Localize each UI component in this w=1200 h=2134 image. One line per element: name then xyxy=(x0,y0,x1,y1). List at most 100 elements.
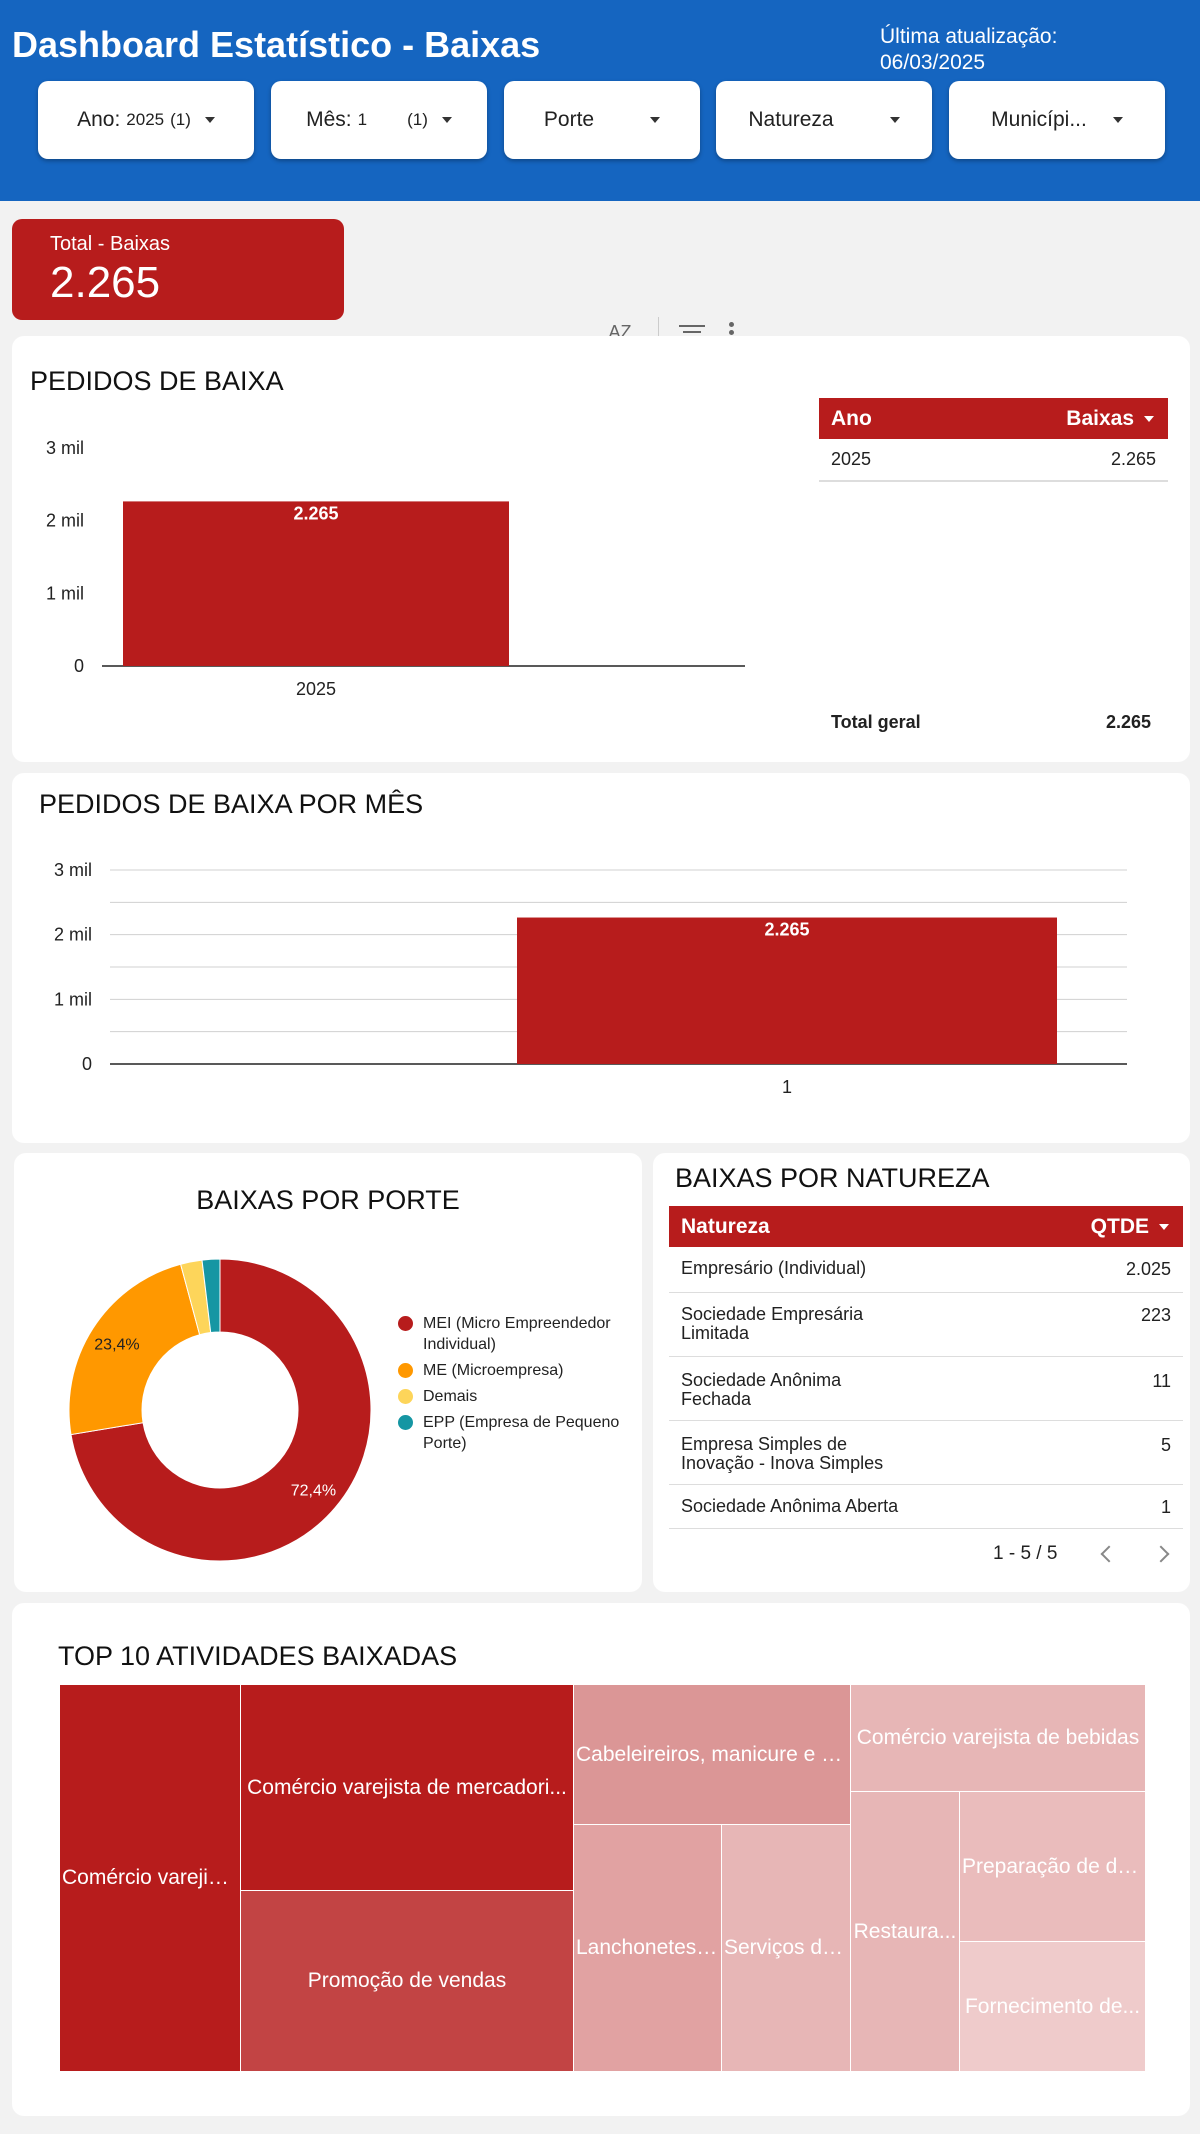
y-tick-label: 2 mil xyxy=(46,511,84,531)
table-row: Sociedade Anônima Fechada 11 xyxy=(669,1357,1183,1421)
y-tick-label: 0 xyxy=(82,1054,92,1074)
cell-natureza: Sociedade Empresária Limitada xyxy=(681,1304,864,1343)
filter-porte-label: Porte xyxy=(543,108,595,131)
total-geral-value: 2.265 xyxy=(1106,712,1152,732)
y-tick-label: 0 xyxy=(74,656,84,676)
page-title: Dashboard Estatístico - Baixas xyxy=(12,24,541,65)
last-update: Última atualização: 06/03/2025 xyxy=(880,24,1057,76)
kpi-total-baixas: Total - Baixas 2.265 xyxy=(12,219,344,320)
table-row: Empresário (Individual) 2.025 xyxy=(669,1247,1183,1293)
filter-municipio[interactable]: Municípi... xyxy=(949,81,1165,159)
pie-slice-label: 23,4% xyxy=(94,1337,139,1354)
cell-natureza: Empresário (Individual) xyxy=(681,1258,867,1278)
update-date: 06/03/2025 xyxy=(880,51,986,74)
col-baixas-header[interactable]: Baixas xyxy=(1066,407,1154,431)
filter-municipio-label: Municípi... xyxy=(991,108,1087,131)
cell-baixas: 2.265 xyxy=(1110,449,1156,469)
filter-natureza-label: Natureza xyxy=(748,108,834,131)
chevron-down-icon xyxy=(441,117,452,123)
x-tick-label: 1 xyxy=(782,1077,792,1097)
top10-title: TOP 10 ATIVIDADES BAIXADAS xyxy=(58,1641,458,1671)
treemap-cell[interactable]: Comércio varejist... xyxy=(59,1684,241,2072)
filter-mes[interactable]: Mês: 1 (1) xyxy=(271,81,487,159)
filter-mes-value: 1 xyxy=(357,110,368,129)
treemap-cell[interactable]: Promoção de vendas xyxy=(240,1890,574,2072)
table-header: Natureza QTDE xyxy=(669,1206,1183,1247)
legend-dot xyxy=(398,1316,413,1331)
card-baixas-por-natureza: BAIXAS POR NATUREZA Natureza QTDE Empres… xyxy=(653,1153,1190,1592)
natureza-pager: 1 - 5 / 5 xyxy=(993,1543,1170,1565)
table-ano-baixas: Ano Baixas 2025 2.265 xyxy=(819,398,1168,482)
table-header: Ano Baixas xyxy=(819,398,1168,439)
table-row: Empresa Simples de Inovação - Inova Simp… xyxy=(669,1421,1183,1485)
y-tick-label: 1 mil xyxy=(46,583,84,603)
filter-ano-label: Ano: xyxy=(77,108,121,131)
col-ano-header[interactable]: Ano xyxy=(831,407,872,431)
treemap-cell[interactable]: Lanchonetes,... xyxy=(573,1824,722,2072)
cell-natureza: Sociedade Anônima Fechada xyxy=(681,1370,842,1409)
cell-qtde: 1 xyxy=(1160,1497,1171,1517)
header-bar: Dashboard Estatístico - Baixas Última at… xyxy=(0,0,1200,201)
treemap-cell[interactable]: Comércio varejista de mercadori... xyxy=(240,1684,574,1891)
chevron-down-icon xyxy=(1112,117,1123,123)
chevron-down-icon xyxy=(889,117,900,123)
legend-dot xyxy=(398,1363,413,1378)
table-natureza: Natureza QTDE Empresário (Individual) 2.… xyxy=(669,1206,1183,1529)
filter-ano[interactable]: Ano: 2025 (1) xyxy=(38,81,254,159)
y-tick-label: 2 mil xyxy=(54,925,92,945)
chevron-down-icon xyxy=(204,117,215,123)
y-tick-label: 1 mil xyxy=(54,989,92,1009)
y-tick-label: 3 mil xyxy=(46,438,84,458)
kpi-label: Total - Baixas xyxy=(50,233,171,255)
treemap-cell[interactable]: Preparação de do... xyxy=(959,1791,1146,1942)
chevron-left-icon[interactable] xyxy=(1100,1545,1118,1563)
bar xyxy=(123,501,509,666)
filter-mes-label: Mês: xyxy=(306,108,352,131)
filter-porte[interactable]: Porte xyxy=(504,81,700,159)
pager-text: 1 - 5 / 5 xyxy=(993,1543,1058,1564)
legend-item[interactable]: EPP (Empresa de Pequeno Porte) xyxy=(398,1412,628,1454)
cell-natureza: Sociedade Anônima Aberta xyxy=(681,1496,899,1516)
col-natureza-header[interactable]: Natureza xyxy=(681,1215,770,1239)
filter-natureza[interactable]: Natureza xyxy=(716,81,932,159)
card-pedidos-por-mes: PEDIDOS DE BAIXA POR MÊS 01 mil 2 mil 3 mi… xyxy=(12,773,1190,1143)
legend-dot xyxy=(398,1415,413,1430)
pie-slice-label: 72,4% xyxy=(291,1482,336,1499)
treemap-cell[interactable]: Comércio varejista de bebidas xyxy=(850,1684,1146,1792)
legend-label: EPP (Empresa de Pequeno Porte) xyxy=(423,1414,620,1452)
chart-pedidos-baixa: 0 1 mil 2 mil 3 mil 2.265 2025 xyxy=(46,438,745,699)
card-pedidos-baixa: PEDIDOS DE BAIXA 01 mil 2 mil 3 mil 2.265 20… xyxy=(12,336,1190,762)
table-row: 2025 2.265 xyxy=(819,439,1168,482)
col-qtde-header[interactable]: QTDE xyxy=(1091,1215,1169,1239)
cell-ano: 2025 xyxy=(831,449,872,469)
update-label: Última atualização: xyxy=(880,25,1058,48)
chevron-down-icon xyxy=(650,117,661,123)
treemap-cell[interactable]: Restaura... xyxy=(850,1791,960,2072)
treemap-cell[interactable]: Cabeleireiros, manicure e p... xyxy=(573,1684,851,1825)
kpi-value: 2.265 xyxy=(50,258,161,307)
cell-qtde: 11 xyxy=(1152,1371,1171,1391)
treemap-cell[interactable]: Serviços de... xyxy=(721,1824,851,2072)
filter-ano-value: 2025 xyxy=(126,110,165,129)
cell-qtde: 2.025 xyxy=(1125,1259,1171,1279)
chevron-right-icon[interactable] xyxy=(1152,1545,1170,1563)
bar-value-label: 2.265 xyxy=(293,503,338,523)
total-geral-label: Total geral xyxy=(831,712,921,732)
treemap-cell[interactable]: Fornecimento de... xyxy=(959,1941,1146,2072)
cell-qtde: 223 xyxy=(1140,1305,1171,1325)
y-tick-label: 3 mil xyxy=(54,860,92,880)
legend-label: Demais xyxy=(423,1388,478,1405)
chart-pedidos-por-mes: 0 1 mil 2 mil 3 mil 2.265 1 xyxy=(54,860,1127,1097)
legend-item[interactable]: Demais xyxy=(398,1386,628,1407)
cell-natureza: Empresa Simples de Inovação - Inova Simp… xyxy=(681,1434,884,1473)
cell-qtde: 5 xyxy=(1160,1435,1171,1455)
legend-label: MEI (Micro Empreendedor Individual) xyxy=(423,1315,611,1353)
porte-legend: MEI (Micro Empreendedor Individual) ME (… xyxy=(398,1313,628,1459)
legend-item[interactable]: ME (Microempresa) xyxy=(398,1360,628,1381)
legend-item[interactable]: MEI (Micro Empreendedor Individual) xyxy=(398,1313,628,1355)
bar-value-label: 2.265 xyxy=(764,920,809,940)
legend-label: ME (Microempresa) xyxy=(423,1362,564,1379)
natureza-title: BAIXAS POR NATUREZA xyxy=(675,1163,990,1193)
table-row: Sociedade Anônima Aberta 1 xyxy=(669,1485,1183,1529)
x-tick-label: 2025 xyxy=(296,679,336,699)
